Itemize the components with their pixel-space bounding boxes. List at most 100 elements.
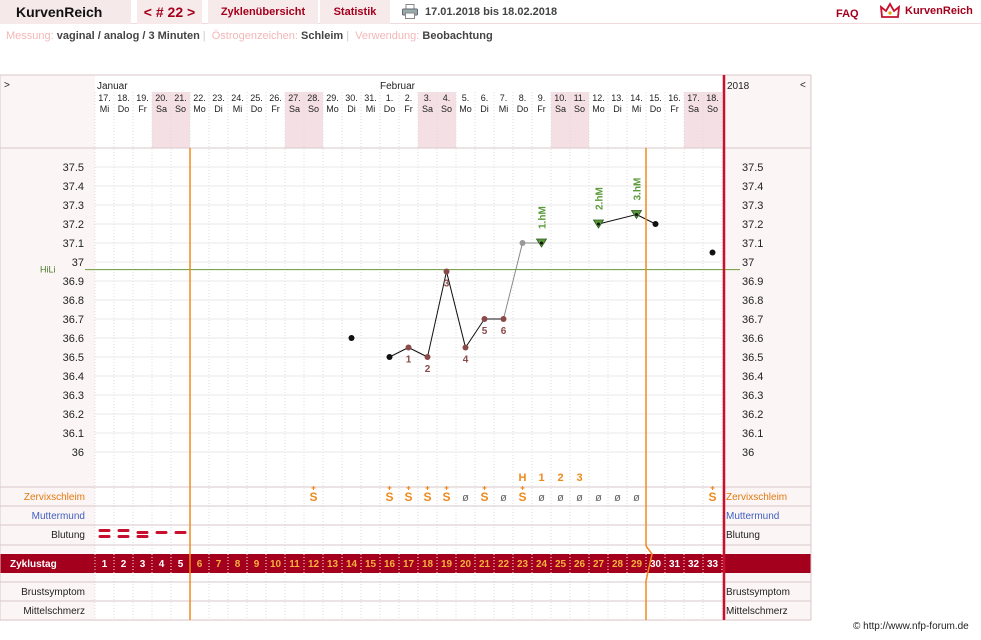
- lower-temp-point: [443, 268, 450, 275]
- cycle-day-number: 14: [346, 559, 358, 570]
- bleeding-mark: [117, 529, 130, 532]
- mucus-row-label-right: Zervixschleim: [726, 492, 787, 503]
- y-tick-left: 37.3: [63, 200, 84, 212]
- weekday-label: Mo: [592, 104, 605, 114]
- date-label: 27.: [288, 93, 301, 103]
- toggle-left[interactable]: >: [4, 80, 10, 91]
- date-label: 18.: [706, 93, 719, 103]
- date-label: 25.: [250, 93, 263, 103]
- y-tick-left: 36.3: [63, 390, 84, 402]
- y-tick-left: 37.2: [63, 219, 84, 231]
- date-label: 17.: [98, 93, 111, 103]
- weekday-label: So: [308, 104, 319, 114]
- y-tick-left: 36.2: [63, 409, 84, 421]
- lower-measurement-label: 5: [482, 326, 488, 337]
- mucus-s-plus: S: [442, 490, 450, 504]
- date-label: 3.: [424, 93, 432, 103]
- cervix-row-label-left: Muttermund: [32, 511, 85, 522]
- midpain-row-label-right: Mittelschmerz: [726, 606, 788, 617]
- cycle-day-number: 3: [140, 559, 146, 570]
- date-label: 12.: [592, 93, 605, 103]
- weekday-label: So: [175, 104, 186, 114]
- y-tick-right: 37.2: [742, 219, 763, 231]
- cycle-day-number: 11: [289, 559, 300, 570]
- y-tick-left: 36.6: [63, 333, 84, 345]
- weekday-label: Mi: [100, 104, 110, 114]
- date-label: 30.: [345, 93, 358, 103]
- y-tick-left: 37: [72, 257, 84, 269]
- weekday-label: Do: [118, 104, 130, 114]
- date-label: 11.: [574, 93, 586, 103]
- weekday-label: Sa: [422, 104, 433, 114]
- mucus-dry: ø: [500, 492, 507, 504]
- cycle-day-label: Zyklustag: [10, 559, 57, 570]
- weekday-label: Sa: [555, 104, 566, 114]
- cycle-day-number: 20: [460, 559, 472, 570]
- y-tick-right: 36.4: [742, 371, 763, 383]
- cycle-day-number: 29: [631, 559, 643, 570]
- breast-row-label-right: Brustsymptom: [726, 587, 790, 598]
- cycle-day-number: 26: [574, 559, 586, 570]
- higher-measurement-label: 2.hM: [595, 187, 606, 210]
- bleeding-row-label-left: Blutung: [51, 530, 85, 541]
- higher-measurement-label: 1.hM: [538, 206, 549, 229]
- cycle-day-number: 19: [441, 559, 453, 570]
- mucus-dry: ø: [462, 492, 469, 504]
- temp-point: [519, 240, 526, 246]
- date-label: 21.: [174, 93, 187, 103]
- toggle-right[interactable]: <: [800, 80, 806, 91]
- bleeding-mark: [136, 535, 149, 538]
- date-label: 6.: [481, 93, 489, 103]
- y-tick-right: 37.1: [742, 238, 763, 250]
- lower-temp-point: [424, 354, 431, 360]
- temp-point: [652, 221, 659, 227]
- mucus-s-plus: S: [480, 490, 488, 504]
- bleeding-row-label-right: Blutung: [726, 530, 760, 541]
- mucus-s-plus: S: [708, 490, 716, 504]
- weekday-label: Fr: [670, 104, 679, 114]
- weekday-label: Sa: [156, 104, 167, 114]
- date-label: 9.: [538, 93, 546, 103]
- y-tick-right: 37: [742, 257, 754, 269]
- weekday-label: Di: [347, 104, 356, 114]
- weekday-label: Mi: [366, 104, 376, 114]
- bleeding-mark: [174, 531, 187, 534]
- lower-measurement-label: 2: [425, 364, 431, 375]
- y-tick-right: 36.9: [742, 276, 763, 288]
- date-label: 23.: [212, 93, 225, 103]
- date-label: 4.: [443, 93, 451, 103]
- temp-point: [386, 354, 393, 360]
- date-label: 2.: [405, 93, 413, 103]
- temp-point: [709, 249, 716, 256]
- mucus-peak-count: 3: [576, 472, 582, 484]
- date-label: 13.: [611, 93, 624, 103]
- y-tick-left: 37.5: [63, 162, 84, 174]
- mucus-s-plus: S: [518, 490, 526, 504]
- mucus-dry: ø: [633, 492, 640, 504]
- month-label-left: Januar: [97, 81, 128, 92]
- y-tick-right: 36.5: [742, 352, 763, 364]
- weekday-label: Do: [517, 104, 529, 114]
- y-tick-right: 36.2: [742, 409, 763, 421]
- breast-row-label-left: Brustsymptom: [21, 587, 85, 598]
- mucus-s-plus: S: [404, 490, 412, 504]
- bleeding-mark: [136, 531, 149, 534]
- cycle-day-number: 4: [159, 559, 165, 570]
- hili-label: HiLi: [40, 265, 56, 275]
- date-label: 20.: [155, 93, 168, 103]
- cycle-day-number: 12: [308, 559, 320, 570]
- cycle-day-number: 16: [384, 559, 396, 570]
- cycle-day-number: 8: [235, 559, 241, 570]
- cycle-day-number: 13: [327, 559, 339, 570]
- cycle-day-number: 9: [254, 559, 260, 570]
- cycle-chart: > <Januar Februar 201817.Mi18.Do19.Fr20.Sa2…: [0, 74, 812, 621]
- date-label: 15.: [649, 93, 662, 103]
- weekday-label: Fr: [138, 104, 147, 114]
- weekday-label: Mi: [632, 104, 642, 114]
- temp-point: [597, 222, 600, 226]
- weekday-label: Mo: [326, 104, 339, 114]
- y-tick-right: 37.4: [742, 181, 763, 193]
- weekday-label: Do: [384, 104, 396, 114]
- lower-measurement-label: 4: [463, 355, 469, 366]
- cervix-row-label-right: Muttermund: [726, 511, 779, 522]
